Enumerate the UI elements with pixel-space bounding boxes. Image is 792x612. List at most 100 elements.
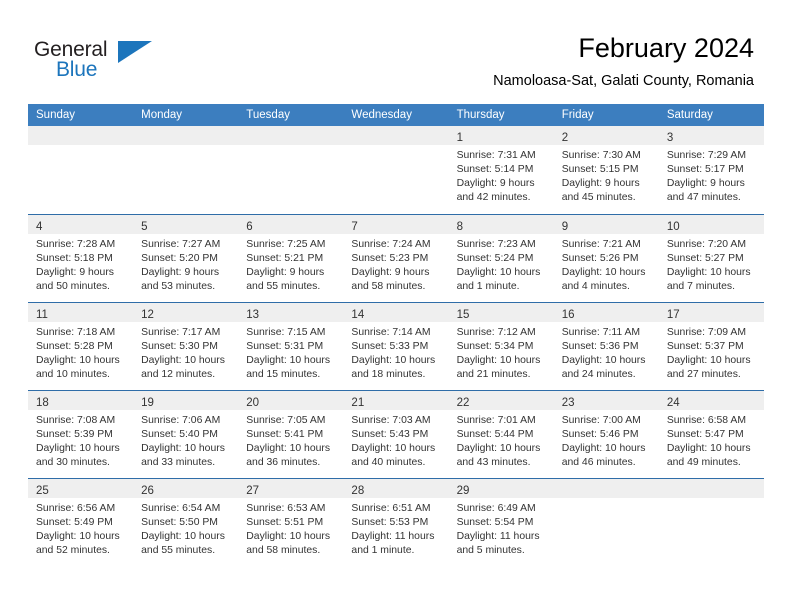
day-number-band: 11 [28, 302, 134, 322]
sunset-text: Sunset: 5:28 PM [36, 340, 113, 352]
day-number: 11 [36, 308, 48, 321]
calendar-day-cell[interactable]: 25 Sunrise: 6:56 AM Sunset: 5:49 PM Dayligh… [28, 477, 134, 566]
calendar-day-cell[interactable]: 11 Sunrise: 7:18 AM Sunset: 5:28 PM Dayligh… [28, 301, 134, 390]
daylight-text-line1: Daylight: 10 hours [561, 442, 646, 454]
sunset-text: Sunset: 5:49 PM [36, 516, 113, 528]
daylight-text-line2: and 24 minutes. [561, 368, 636, 380]
daylight-text-line2: and 53 minutes. [141, 280, 216, 292]
daylight-text-line1: Daylight: 9 hours [456, 178, 535, 190]
day-number-band: 25 [28, 478, 134, 498]
calendar-day-cell[interactable]: 26 Sunrise: 6:54 AM Sunset: 5:50 PM Dayligh… [133, 477, 239, 566]
daylight-text-line1: Daylight: 10 hours [456, 442, 541, 454]
sunset-text: Sunset: 5:43 PM [351, 428, 429, 440]
day-number-band: 17 [658, 302, 764, 322]
calendar-day-cell[interactable]: 15 Sunrise: 7:12 AM Sunset: 5:34 PM Dayligh… [448, 301, 554, 390]
day-details: Sunrise: 7:06 AM Sunset: 5:40 PM Daylight:… [133, 410, 238, 470]
calendar-day-cell[interactable]: 29 Sunrise: 6:49 AM Sunset: 5:54 PM Dayligh… [448, 477, 554, 566]
day-number-band: 23 [553, 390, 659, 410]
sunrise-text: Sunrise: 7:28 AM [36, 238, 116, 250]
calendar-day-cell[interactable]: 5 Sunrise: 7:27 AM Sunset: 5:20 PM Daylight… [133, 213, 239, 302]
page-subtitle: Namoloasa-Sat, Galati County, Romania [493, 73, 754, 89]
daylight-text-line2: and 33 minutes. [141, 456, 216, 468]
day-number-band: 12 [133, 302, 239, 322]
daylight-text-line2: and 58 minutes. [351, 280, 426, 292]
day-number-band: 22 [448, 390, 554, 410]
calendar-table: Sunday Monday Tuesday Wednesday Thursday… [28, 104, 764, 566]
calendar-day-cell[interactable]: 10 Sunrise: 7:20 AM Sunset: 5:27 PM Dayligh… [658, 213, 764, 302]
day-number: 27 [246, 484, 260, 497]
sunset-text: Sunset: 5:37 PM [666, 340, 744, 352]
day-number: 23 [561, 396, 575, 409]
calendar-day-cell[interactable]: 19 Sunrise: 7:06 AM Sunset: 5:40 PM Dayligh… [133, 389, 239, 478]
daylight-text-line2: and 43 minutes. [456, 456, 531, 468]
day-number-band: 28 [343, 478, 449, 498]
day-number-band [133, 126, 239, 145]
calendar-week-row: 1 Sunrise: 7:31 AM Sunset: 5:14 PM Daylight… [28, 126, 764, 214]
calendar-day-cell[interactable]: 23 Sunrise: 7:00 AM Sunset: 5:46 PM Dayligh… [553, 389, 659, 478]
daylight-text-line1: Daylight: 10 hours [246, 530, 331, 542]
sunrise-text: Sunrise: 7:03 AM [351, 414, 431, 426]
sunrise-text: Sunrise: 6:56 AM [36, 502, 116, 514]
sunset-text: Sunset: 5:21 PM [246, 252, 324, 264]
daylight-text-line2: and 46 minutes. [561, 456, 636, 468]
daylight-text-line1: Daylight: 10 hours [36, 354, 120, 366]
sunset-text: Sunset: 5:24 PM [456, 252, 534, 264]
sunrise-text: Sunrise: 7:23 AM [456, 238, 536, 250]
calendar-day-cell[interactable]: 13 Sunrise: 7:15 AM Sunset: 5:31 PM Dayligh… [238, 301, 344, 390]
day-number-band: 20 [238, 390, 344, 410]
logo-triangle-icon [118, 41, 152, 63]
day-number-band: 18 [28, 390, 134, 410]
calendar-day-cell[interactable]: 18 Sunrise: 7:08 AM Sunset: 5:39 PM Dayligh… [28, 389, 134, 478]
calendar-day-cell[interactable]: 14 Sunrise: 7:14 AM Sunset: 5:33 PM Dayligh… [343, 301, 449, 390]
daylight-text-line2: and 27 minutes. [666, 368, 741, 380]
sunrise-text: Sunrise: 7:31 AM [456, 150, 536, 161]
calendar-day-cell[interactable]: 17 Sunrise: 7:09 AM Sunset: 5:37 PM Dayligh… [658, 301, 764, 390]
sunset-text: Sunset: 5:20 PM [141, 252, 218, 264]
calendar-day-cell[interactable]: 12 Sunrise: 7:17 AM Sunset: 5:30 PM Dayligh… [133, 301, 239, 390]
daylight-text-line1: Daylight: 10 hours [141, 530, 225, 542]
calendar-day-cell[interactable]: 2 Sunrise: 7:30 AM Sunset: 5:15 PM Daylight… [553, 126, 659, 214]
daylight-text-line1: Daylight: 11 hours [456, 530, 540, 542]
daylight-text-line2: and 21 minutes. [456, 368, 531, 380]
calendar-day-cell[interactable]: 28 Sunrise: 6:51 AM Sunset: 5:53 PM Dayligh… [343, 477, 449, 566]
calendar-day-cell[interactable]: 20 Sunrise: 7:05 AM Sunset: 5:41 PM Dayligh… [238, 389, 344, 478]
daylight-text-line2: and 40 minutes. [351, 456, 426, 468]
day-number-band: 10 [658, 214, 764, 234]
day-number: 17 [666, 308, 680, 321]
calendar-day-cell[interactable]: 9 Sunrise: 7:21 AM Sunset: 5:26 PM Daylight… [553, 213, 659, 302]
calendar-day-cell[interactable]: 6 Sunrise: 7:25 AM Sunset: 5:21 PM Daylight… [238, 213, 344, 302]
day-number-band: 29 [448, 478, 554, 498]
day-number: 4 [36, 220, 43, 233]
day-details: Sunrise: 7:17 AM Sunset: 5:30 PM Daylight:… [133, 322, 238, 382]
calendar-day-cell[interactable]: 22 Sunrise: 7:01 AM Sunset: 5:44 PM Dayligh… [448, 389, 554, 478]
calendar-day-cell[interactable]: 21 Sunrise: 7:03 AM Sunset: 5:43 PM Dayligh… [343, 389, 449, 478]
sunset-text: Sunset: 5:14 PM [456, 164, 534, 176]
daylight-text-line2: and 7 minutes. [666, 280, 736, 292]
calendar-day-cell[interactable]: 27 Sunrise: 6:53 AM Sunset: 5:51 PM Dayligh… [238, 477, 344, 566]
day-details: Sunrise: 7:08 AM Sunset: 5:39 PM Daylight:… [28, 410, 133, 470]
day-details: Sunrise: 6:58 AM Sunset: 5:47 PM Daylight:… [659, 410, 764, 470]
day-number: 5 [141, 220, 148, 233]
calendar-day-cell[interactable]: 24 Sunrise: 6:58 AM Sunset: 5:47 PM Dayligh… [658, 389, 764, 478]
day-number: 14 [351, 308, 365, 321]
calendar-day-cell[interactable]: 7 Sunrise: 7:24 AM Sunset: 5:23 PM Daylight… [343, 213, 449, 302]
sunset-text: Sunset: 5:15 PM [561, 164, 639, 176]
calendar-day-cell[interactable]: 3 Sunrise: 7:29 AM Sunset: 5:17 PM Daylight… [658, 126, 764, 214]
weekday-header-saturday: Saturday [658, 104, 764, 126]
calendar-day-cell[interactable]: 16 Sunrise: 7:11 AM Sunset: 5:36 PM Dayligh… [553, 301, 659, 390]
daylight-text-line2: and 45 minutes. [561, 192, 636, 204]
day-number: 28 [351, 484, 365, 497]
calendar-day-cell[interactable]: 4 Sunrise: 7:28 AM Sunset: 5:18 PM Daylight… [28, 213, 134, 302]
day-number: 3 [666, 132, 674, 144]
sunrise-text: Sunrise: 7:05 AM [246, 414, 326, 426]
day-number-band: 13 [238, 302, 344, 322]
calendar-week-row: 4 Sunrise: 7:28 AM Sunset: 5:18 PM Daylight… [28, 213, 764, 302]
calendar-day-cell[interactable]: 1 Sunrise: 7:31 AM Sunset: 5:14 PM Daylight… [448, 126, 554, 214]
day-number: 20 [246, 396, 260, 409]
day-number-band: 4 [28, 214, 134, 234]
day-number: 8 [456, 220, 463, 233]
day-number: 25 [36, 484, 49, 497]
calendar-day-cell[interactable]: 8 Sunrise: 7:23 AM Sunset: 5:24 PM Daylight… [448, 213, 554, 302]
sunset-text: Sunset: 5:44 PM [456, 428, 534, 440]
page-title: February 2024 [578, 33, 754, 63]
